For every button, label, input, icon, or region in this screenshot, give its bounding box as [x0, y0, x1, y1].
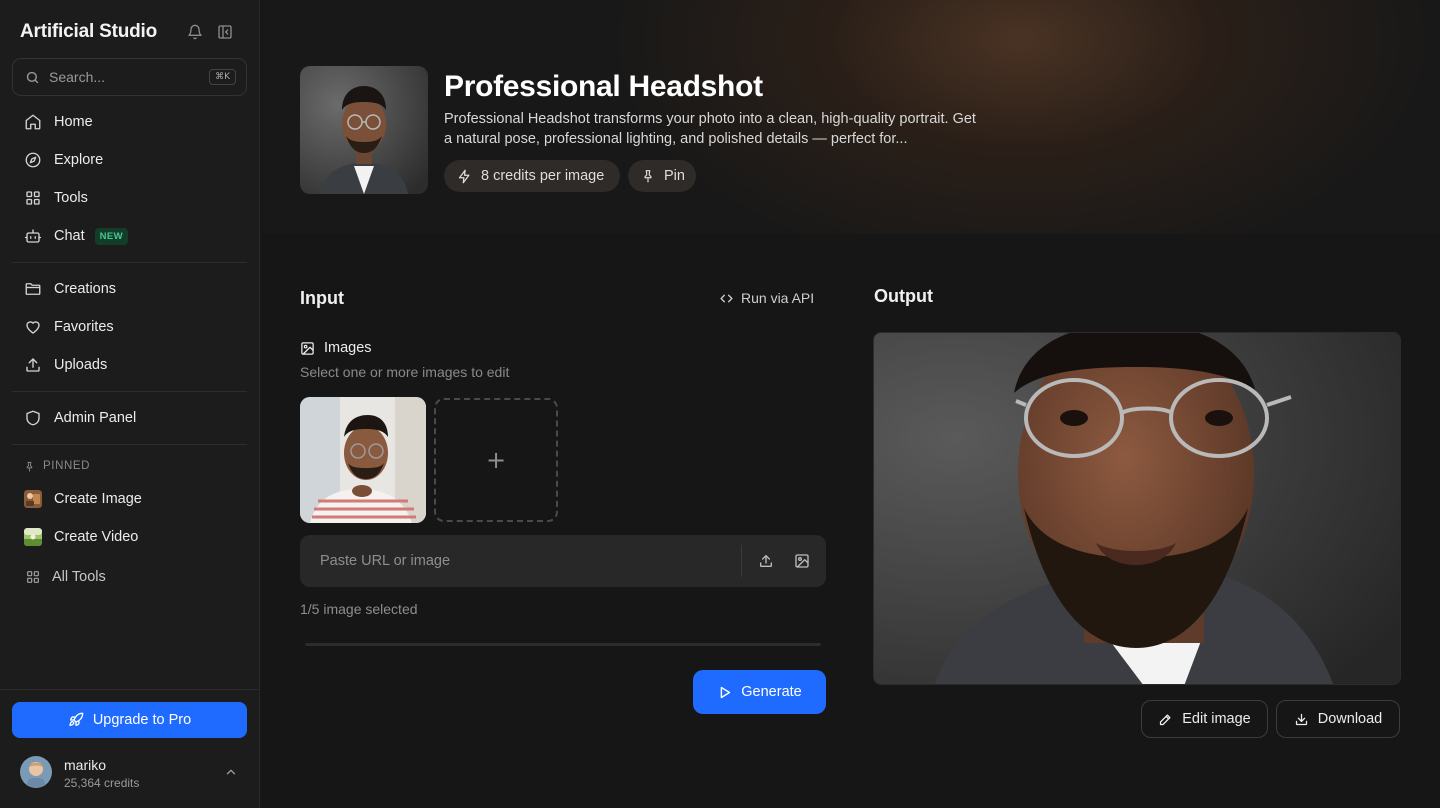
sidebar-item-uploads[interactable]: Uploads [12, 348, 247, 382]
sidebar: Artificial Studio Search... ⌘K Home Expl… [0, 0, 260, 808]
sidebar-divider [12, 262, 247, 263]
url-input-container [300, 535, 826, 587]
sidebar-item-explore[interactable]: Explore [12, 143, 247, 177]
search-shortcut: ⌘K [209, 69, 236, 85]
sidebar-item-home[interactable]: Home [12, 105, 247, 139]
image-icon [300, 341, 315, 356]
plus-icon: + [485, 446, 507, 474]
sidebar-footer-divider [0, 689, 260, 690]
avatar[interactable] [20, 756, 52, 788]
grid-icon [24, 568, 42, 586]
collapse-sidebar-icon[interactable] [215, 22, 235, 42]
sidebar-item-label: Explore [54, 152, 104, 168]
chevron-up-icon[interactable] [224, 765, 238, 779]
sidebar-item-create-image[interactable]: Create Image [12, 482, 247, 516]
sidebar-item-label: Create Image [54, 491, 142, 507]
new-badge: NEW [94, 227, 129, 245]
output-image[interactable] [873, 332, 1401, 685]
folder-icon [24, 280, 42, 298]
pinned-heading: PINNED [24, 460, 90, 472]
sidebar-divider [12, 444, 247, 445]
play-icon [717, 685, 732, 700]
credits-chip-label: 8 credits per image [481, 168, 605, 184]
output-section-title: Output [874, 286, 933, 306]
edit-image-button[interactable]: Edit image [1141, 700, 1268, 738]
sidebar-item-label: Admin Panel [54, 410, 137, 426]
selection-status: 1/5 image selected [300, 601, 418, 617]
download-button[interactable]: Download [1276, 700, 1400, 738]
run-via-api-link[interactable]: Run via API [720, 290, 814, 306]
rocket-icon [68, 712, 84, 728]
sidebar-item-all-tools[interactable]: All Tools [12, 560, 247, 594]
add-image-button[interactable]: + [434, 398, 558, 522]
download-icon [1294, 712, 1309, 727]
sidebar-item-favorites[interactable]: Favorites [12, 310, 247, 344]
create-video-thumb [24, 528, 42, 546]
create-image-thumb [24, 490, 42, 508]
brand-title: Artificial Studio [20, 21, 157, 42]
search-placeholder: Search... [49, 69, 106, 85]
user-credits: 25,364 credits [64, 776, 140, 790]
pin-icon [24, 461, 35, 472]
tool-description: Professional Headshot transforms your ph… [444, 111, 976, 147]
bell-icon[interactable] [185, 22, 205, 42]
selected-input-image[interactable] [300, 397, 426, 523]
credits-chip: 8 credits per image [444, 160, 620, 192]
grid-icon [24, 189, 42, 207]
paste-url-input[interactable] [300, 535, 740, 587]
pin-button[interactable]: Pin [628, 160, 696, 192]
sidebar-item-admin-panel[interactable]: Admin Panel [12, 401, 247, 435]
heart-icon [24, 318, 42, 336]
shield-icon [24, 409, 42, 427]
input-section-title: Input [300, 288, 344, 308]
edit-image-label: Edit image [1182, 711, 1251, 727]
pin-label: Pin [664, 168, 685, 184]
sidebar-divider [12, 391, 247, 392]
sidebar-item-label: Tools [54, 190, 88, 206]
download-label: Download [1317, 711, 1383, 727]
hero-thumbnail [300, 66, 428, 194]
images-label: Images [300, 340, 372, 356]
gallery-picker-icon[interactable] [792, 551, 812, 571]
pin-icon [641, 169, 655, 183]
sidebar-item-label: Create Video [54, 529, 139, 545]
sidebar-item-label: Favorites [54, 319, 114, 335]
upgrade-label: Upgrade to Pro [92, 712, 192, 728]
compass-icon [24, 151, 42, 169]
generate-label: Generate [741, 684, 802, 700]
run-via-api-label: Run via API [741, 290, 815, 306]
sidebar-item-label: Chat [54, 228, 85, 244]
sidebar-item-label: Creations [54, 281, 117, 297]
bot-icon [24, 227, 42, 245]
pinned-heading-label: PINNED [43, 460, 91, 472]
page-title: Professional Headshot [444, 70, 763, 103]
search-icon [25, 70, 40, 85]
sidebar-item-label: All Tools [52, 569, 106, 585]
sidebar-item-label: Uploads [54, 357, 108, 373]
upload-file-icon[interactable] [756, 551, 776, 571]
sidebar-item-label: Home [54, 114, 93, 130]
username: mariko [64, 757, 107, 773]
pencil-icon [1158, 712, 1173, 727]
images-label-text: Images [324, 340, 372, 356]
bolt-icon [457, 169, 472, 184]
url-field-divider [741, 545, 742, 577]
sidebar-item-creations[interactable]: Creations [12, 272, 247, 306]
upgrade-button[interactable]: Upgrade to Pro [12, 702, 247, 738]
images-hint: Select one or more images to edit [300, 364, 510, 380]
sidebar-item-tools[interactable]: Tools [12, 181, 247, 215]
upload-icon [24, 356, 42, 374]
progress-track [305, 643, 821, 646]
home-icon [24, 113, 42, 131]
sidebar-item-create-video[interactable]: Create Video [12, 520, 247, 554]
search-bar[interactable]: Search... ⌘K [12, 58, 247, 96]
code-icon [720, 292, 733, 305]
sidebar-item-chat[interactable]: Chat NEW [12, 219, 247, 253]
generate-button[interactable]: Generate [693, 670, 826, 714]
